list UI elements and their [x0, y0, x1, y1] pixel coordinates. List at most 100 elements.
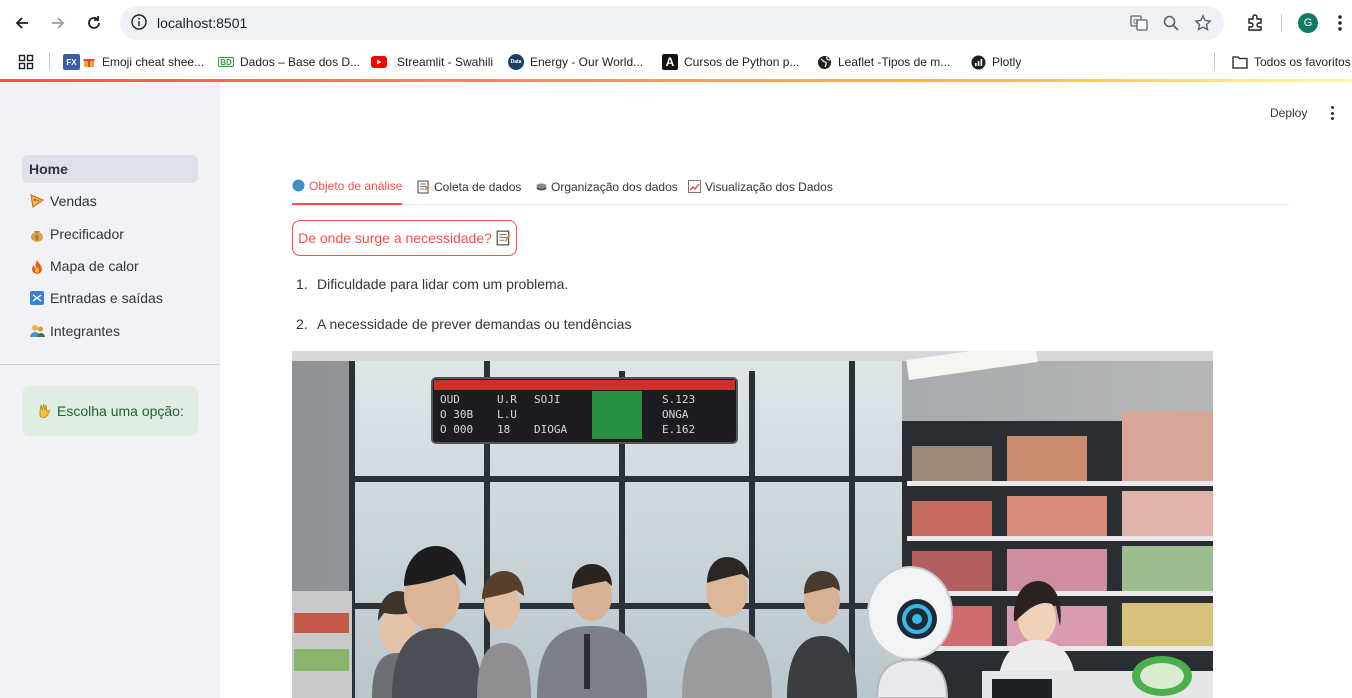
- sidebar-item-label: Vendas: [50, 193, 97, 209]
- bd-icon: BD: [218, 57, 234, 67]
- forward-icon[interactable]: [44, 9, 72, 37]
- svg-text:E.162: E.162: [662, 423, 695, 436]
- sidebar-item-label: Mapa de calor: [50, 258, 139, 274]
- sidebar-item-mapa-de-calor[interactable]: Mapa de calor: [22, 252, 198, 280]
- address-bar[interactable]: localhost:8501 G: [120, 6, 1224, 40]
- profile-avatar[interactable]: G: [1298, 13, 1318, 33]
- sidebar-divider: [0, 364, 220, 365]
- list-text: A necessidade de prever demandas ou tend…: [317, 316, 632, 332]
- sidebar-item-label: Precificador: [50, 226, 124, 242]
- list-text: Dificuldade para lidar com um problema.: [317, 276, 569, 292]
- tab-organizacao-dos-dados[interactable]: Organização dos dados: [536, 172, 678, 205]
- list-number: 2.: [296, 316, 308, 332]
- tab-visualizacao-dos-dados[interactable]: Visualização dos Dados: [688, 172, 833, 205]
- stack-icon: [536, 183, 547, 191]
- list-item: 1. Dificuldade para lidar com um problema…: [296, 276, 568, 292]
- bookmark-cursos-python[interactable]: A Cursos de Python p...: [662, 53, 799, 71]
- translate-icon[interactable]: G: [1129, 13, 1149, 33]
- memo-icon: [417, 180, 430, 194]
- sidebar-item-home[interactable]: Home: [22, 155, 198, 183]
- svg-text:G: G: [1133, 18, 1138, 26]
- fire-icon: [29, 259, 45, 274]
- sidebar-item-precificador[interactable]: $ Precificador: [22, 220, 198, 248]
- svg-text:ONGA: ONGA: [662, 408, 689, 421]
- all-bookmarks-folder[interactable]: Todos os favoritos: [1232, 53, 1351, 71]
- info-box: Escolha uma opção:: [22, 386, 198, 436]
- owid-icon: Data: [508, 54, 524, 70]
- bookmark-streamlit-swahili[interactable]: Streamlit - Swahili: [371, 53, 493, 71]
- bookmark-leaflet[interactable]: Leaflet -Tipos de m...: [816, 53, 950, 71]
- plotly-icon: [970, 54, 986, 70]
- tab-objeto-de-analise[interactable]: Objeto de análise: [292, 172, 403, 205]
- bookmark-star-icon[interactable]: [1193, 13, 1213, 33]
- site-info-icon[interactable]: [130, 13, 148, 36]
- sidebar-item-label: Integrantes: [50, 323, 121, 339]
- main-menu-icon[interactable]: [1326, 104, 1338, 122]
- people-icon: [29, 324, 45, 338]
- bookmark-emoji-cheat-sheet[interactable]: FX Emoji cheat shee...: [63, 53, 204, 71]
- bookmarks-divider: [49, 52, 50, 70]
- browser-toolbar: localhost:8501 G G: [0, 0, 1352, 45]
- tab-label: Organização dos dados: [551, 179, 678, 194]
- url-text[interactable]: localhost:8501: [157, 15, 247, 31]
- pizza-icon: [29, 194, 45, 208]
- fx-icon: FX: [63, 54, 80, 70]
- sidebar-item-label: Home: [29, 161, 68, 177]
- chart-icon: [688, 180, 701, 193]
- toolbar-divider: [1281, 14, 1282, 32]
- bookmark-label: Energy - Our World...: [530, 55, 644, 69]
- shuffle-icon: [29, 291, 45, 305]
- svg-text:S.123: S.123: [662, 393, 695, 406]
- need-button-label: De onde surge a necessidade?: [298, 230, 492, 246]
- svg-text:DIOGA: DIOGA: [534, 423, 567, 436]
- sidebar-item-label: Entradas e saídas: [50, 290, 163, 306]
- youtube-icon: [371, 54, 387, 70]
- apps-grid-icon[interactable]: [18, 53, 34, 71]
- folder-icon: [1232, 54, 1248, 70]
- store-illustration-image: OUD U.R SOJI S.123 O 30B L.U ONGA O 000 18 DIOG…: [292, 351, 1213, 698]
- bookmark-label: Emoji cheat shee...: [102, 55, 205, 69]
- globe-icon: [292, 179, 305, 192]
- bookmarks-divider: [1214, 52, 1215, 70]
- bookmark-label: Dados – Base dos D...: [240, 55, 361, 69]
- sidebar-item-integrantes[interactable]: Integrantes: [22, 317, 198, 345]
- bookmark-our-world-in-data[interactable]: Data Energy - Our World...: [508, 53, 643, 71]
- waving-hand-icon: [36, 403, 52, 419]
- svg-text:SOJI: SOJI: [534, 393, 561, 406]
- list-item: 2. A necessidade de prever demandas ou te…: [296, 316, 631, 332]
- tab-coleta-de-dados[interactable]: Coleta de dados: [417, 172, 521, 205]
- deploy-button[interactable]: Deploy: [1270, 106, 1307, 120]
- tab-label: Objeto de análise: [309, 178, 403, 193]
- need-button[interactable]: De onde surge a necessidade?: [292, 220, 517, 256]
- extensions-icon[interactable]: [1241, 9, 1269, 37]
- svg-text:OUD: OUD: [440, 393, 460, 406]
- list-number: 1.: [296, 276, 308, 292]
- bookmark-label: Cursos de Python p...: [684, 55, 800, 69]
- bookmark-label: Leaflet -Tipos de m...: [838, 55, 951, 69]
- globe-icon: [816, 54, 832, 70]
- bookmark-base-dos-dados[interactable]: BD Dados – Base dos D...: [218, 53, 360, 71]
- chrome-menu-icon[interactable]: [1330, 9, 1350, 37]
- a-icon: A: [662, 54, 678, 70]
- svg-text:O 000: O 000: [440, 423, 473, 436]
- gift-icon: [82, 54, 96, 70]
- reload-icon[interactable]: [80, 9, 108, 37]
- svg-text:$: $: [35, 234, 39, 241]
- bookmark-label: Streamlit - Swahili: [397, 55, 494, 69]
- all-bookmarks-label: Todos os favoritos: [1254, 55, 1351, 69]
- sidebar-item-entradas-e-saidas[interactable]: Entradas e saídas: [22, 284, 198, 312]
- bookmarks-bar: FX Emoji cheat shee... BD Dados – Base d…: [0, 45, 1352, 79]
- sidebar: Home Vendas $ Precificador Mapa de calor…: [0, 82, 220, 698]
- tab-label: Visualização dos Dados: [705, 179, 833, 194]
- svg-text:L.U: L.U: [497, 408, 517, 421]
- tab-bar: Objeto de análise Coleta de dados Organi…: [292, 172, 1289, 205]
- tab-label: Coleta de dados: [434, 179, 522, 194]
- bookmark-plotly[interactable]: Plotly: [970, 53, 1021, 71]
- svg-text:U.R: U.R: [497, 393, 517, 406]
- money-bag-icon: $: [29, 227, 45, 242]
- zoom-icon[interactable]: [1161, 13, 1181, 33]
- sidebar-item-vendas[interactable]: Vendas: [22, 187, 198, 215]
- memo-icon: [496, 230, 511, 246]
- info-box-text: Escolha uma opção:: [57, 403, 184, 419]
- back-icon[interactable]: [8, 9, 36, 37]
